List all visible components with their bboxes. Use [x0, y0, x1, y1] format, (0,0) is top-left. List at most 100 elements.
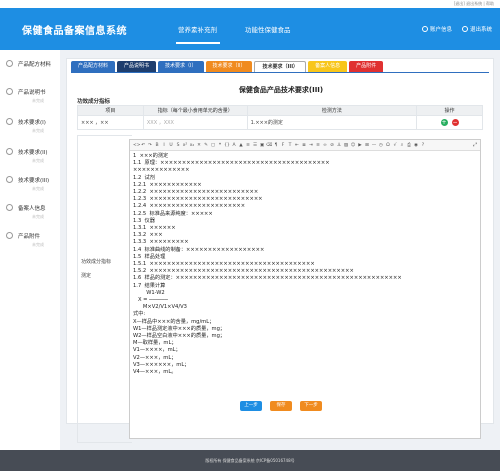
special-char-icon[interactable]: Ω	[385, 143, 391, 148]
user-icon	[422, 26, 428, 32]
indicator-input[interactable]: XXX ，XXX	[142, 115, 248, 130]
unordered-list-icon[interactable]: ☰	[252, 143, 258, 148]
font-size-icon[interactable]: T	[287, 143, 293, 148]
format-painter-icon[interactable]: ✎	[203, 143, 209, 148]
print-icon[interactable]: ⎙	[406, 142, 412, 148]
image-icon[interactable]: ▨	[343, 143, 349, 148]
editor-line: 1.3.3 ×××××××××	[133, 239, 189, 246]
highlight-icon[interactable]: ▲	[238, 143, 244, 148]
date-icon[interactable]: ◷	[378, 143, 384, 148]
formula-icon[interactable]: √	[392, 143, 398, 148]
anchor-icon[interactable]: ⚓	[336, 143, 342, 148]
sidebar-item-tech-1[interactable]: 技术要求(I) 未完成	[4, 116, 58, 146]
justify-icon[interactable]: ≡	[315, 143, 321, 148]
table-icon[interactable]: ⊞	[364, 143, 370, 148]
sidebar-item-tech-3[interactable]: 技术要求(III) 未完成	[4, 174, 58, 204]
form-panel: 产品配方材料 产品说明书 技术要求（I） 技术要求（II） 技术要求（III） …	[66, 58, 494, 443]
nav-nutrient-supplement[interactable]: 营养素补充剂	[178, 24, 217, 34]
editor-line: M×V2/V1×V4/V3	[133, 304, 187, 311]
redo-icon[interactable]: ↷	[147, 143, 153, 148]
code-icon[interactable]: {}	[224, 143, 230, 148]
tab-tech-1[interactable]: 技术要求（I）	[158, 61, 204, 72]
editor-label-line: 功效成分指标	[81, 259, 112, 265]
editor-content[interactable]: 1 ×××的测定 1.1 原理：×××××××××××××××××××××××××…	[130, 151, 480, 438]
tab-tech-3[interactable]: 技术要求（III）	[254, 61, 307, 72]
app-header: 保健食品备案信息系统 营养素补充剂 功能性保健食品 账户信息 退出系统	[0, 8, 500, 50]
sidebar-item-registrant[interactable]: 备案人信息 未完成	[4, 202, 58, 232]
bold-icon[interactable]: B	[154, 143, 160, 148]
font-color-icon[interactable]: A	[231, 143, 237, 148]
font-family-icon[interactable]: F	[280, 143, 286, 148]
undo-icon[interactable]: ↶	[140, 143, 146, 148]
ordered-list-icon[interactable]: ≡	[245, 143, 251, 148]
logout-link[interactable]: 退出系统	[462, 25, 492, 33]
align-center-icon[interactable]: ≣	[301, 143, 307, 148]
horizontal-rule-icon[interactable]: —	[371, 143, 377, 148]
html-source-icon[interactable]: <>	[133, 143, 141, 148]
quote-icon[interactable]: ❝	[217, 143, 223, 148]
clear-doc-icon[interactable]: ⌫	[266, 143, 272, 148]
nav-functional-food[interactable]: 功能性保健食品	[245, 24, 291, 34]
indicator-table: 项目 指标（每个最小食用单元的含量） 检测方法 操作 ××× ，×× XXX ，…	[77, 105, 483, 130]
step-circle-icon	[6, 204, 13, 211]
top-utility-links[interactable]: [退出] 退出系统 | 帮助	[454, 1, 494, 7]
help-icon[interactable]: ?	[420, 143, 426, 148]
link-icon[interactable]: ∞	[322, 143, 328, 148]
editor-line: 1.2.5 标准品来源纯度：×××××	[133, 210, 213, 217]
underline-icon[interactable]: U	[168, 143, 174, 148]
fullscreen-icon[interactable]: ⤢	[473, 142, 477, 148]
page-footer: 版权所有 保健食品备案系统 京ICP备05016748号	[0, 450, 500, 471]
search-replace-icon[interactable]: ⌕	[399, 142, 405, 148]
delete-row-icon[interactable]: −	[451, 119, 459, 126]
align-right-icon[interactable]: ⇥	[308, 143, 314, 148]
sidebar-item-label: 技术要求(I)	[18, 120, 46, 126]
tab-attachments[interactable]: 产品附件	[349, 61, 384, 72]
clear-format-icon[interactable]: ✕	[196, 143, 202, 148]
editor-line: 1.2.2 ×××××××××××××××××××××××××	[133, 189, 259, 196]
col-indicator: 指标（每个最小食用单元的含量）	[142, 105, 248, 116]
rich-text-editor[interactable]: <> ↶ ↷ B I U S x² x₂ ✕ ✎ ▢ ❝ {} A ▲ ≡ ☰ …	[129, 139, 481, 439]
editor-toolbar: <> ↶ ↷ B I U S x² x₂ ✕ ✎ ▢ ❝ {} A ▲ ≡ ☰ …	[130, 140, 480, 151]
method-input[interactable]: 1.×××的测定	[246, 115, 418, 130]
subscript-icon[interactable]: x₂	[189, 143, 195, 148]
italic-icon[interactable]: I	[161, 143, 167, 148]
editor-line: 1.3.2 ×××	[133, 232, 163, 239]
tab-manual[interactable]: 产品说明书	[117, 61, 157, 72]
sidebar-item-manual[interactable]: 产品说明书 未完成	[4, 86, 58, 116]
sidebar-item-tech-2[interactable]: 技术要求(II) 未完成	[4, 146, 58, 176]
item-input[interactable]: ××× ，××	[77, 115, 144, 130]
col-method: 检测方法	[246, 105, 418, 116]
next-step-button[interactable]: 下一步	[300, 401, 322, 411]
account-info-link[interactable]: 账户信息	[422, 25, 452, 33]
video-icon[interactable]: ▶	[357, 143, 363, 148]
paragraph-icon[interactable]: ¶	[273, 143, 279, 148]
tab-tech-2[interactable]: 技术要求（II）	[205, 61, 253, 72]
strikethrough-icon[interactable]: S	[175, 143, 181, 148]
sidebar-item-status: 未完成	[32, 128, 44, 133]
select-all-icon[interactable]: ▣	[259, 143, 265, 148]
unlink-icon[interactable]: ⊘	[329, 143, 335, 148]
sidebar-item-status: 未完成	[32, 242, 44, 247]
preview-icon[interactable]: ◉	[413, 143, 419, 148]
tab-registrant[interactable]: 备案人信息	[308, 61, 348, 72]
editor-line: M—取样量，mL；	[133, 340, 177, 347]
editor-label-line: 测定	[81, 273, 92, 279]
sidebar-item-attachments[interactable]: 产品附件 未完成	[4, 230, 58, 260]
sidebar-item-status: 未完成	[32, 98, 44, 103]
tabs-divider	[71, 72, 489, 73]
border-icon[interactable]: ▢	[210, 143, 216, 148]
step-circle-icon	[6, 118, 13, 125]
save-button[interactable]: 保存	[270, 401, 292, 411]
editor-line: 1.7 结果计算	[133, 282, 166, 289]
emoji-icon[interactable]: ☺	[350, 143, 356, 148]
align-left-icon[interactable]: ⇤	[294, 143, 300, 148]
logout-icon	[462, 26, 468, 32]
prev-step-button[interactable]: 上一步	[240, 401, 262, 411]
add-row-icon[interactable]: +	[440, 119, 448, 126]
sidebar-item-formula[interactable]: 产品配方材料	[4, 58, 58, 88]
superscript-icon[interactable]: x²	[182, 143, 188, 148]
app-title: 保健食品备案信息系统	[22, 26, 127, 37]
sidebar-item-label: 产品配方材料	[18, 62, 52, 68]
step-circle-icon	[6, 88, 13, 95]
tab-formula[interactable]: 产品配方材料	[71, 61, 116, 72]
